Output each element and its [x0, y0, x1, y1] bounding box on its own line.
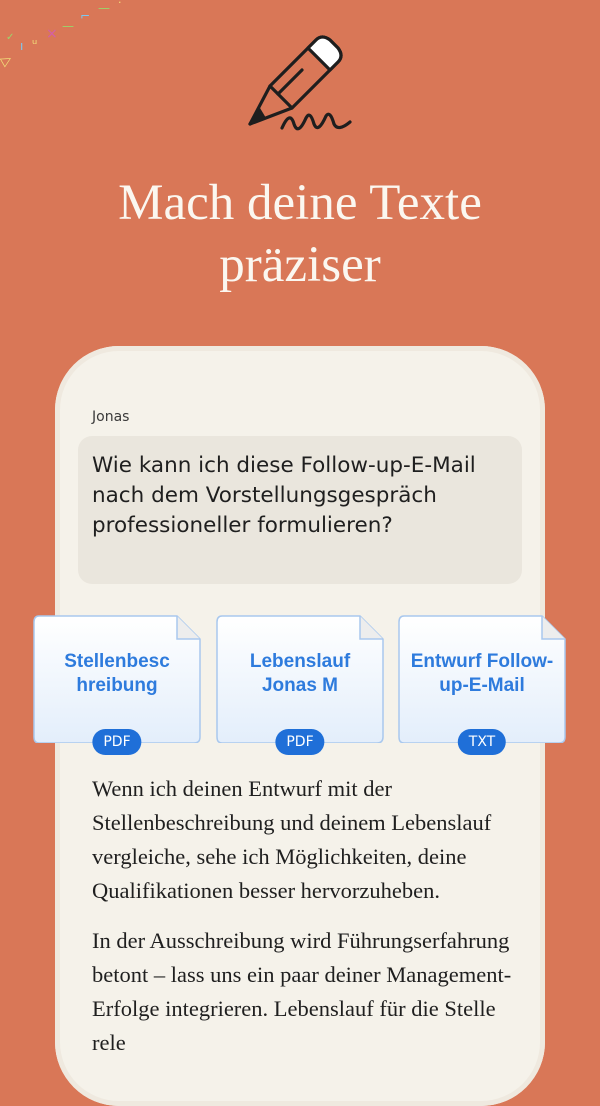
response-paragraph-2: In der Ausschreibung wird Führungserfahr…: [92, 928, 512, 1055]
pencil-signature-icon: [248, 35, 352, 131]
user-message-bubble: Wie kann ich diese Follow-up-E-Mail nach…: [78, 436, 522, 584]
attachment-card-stellenbeschreibung[interactable]: Stellenbesc hreibung PDF: [33, 615, 201, 755]
file-type-badge: PDF: [92, 729, 142, 755]
file-type-badge: TXT: [457, 729, 507, 755]
svg-text:ᵤ: ᵤ: [32, 33, 37, 48]
message-sender: Jonas: [92, 409, 130, 425]
svg-text:—: —: [62, 19, 74, 33]
headline: Mach deine Texte präziser: [0, 172, 600, 296]
attachment-name: Lebenslauf Jonas M: [249, 651, 351, 696]
headline-line-1: Mach deine Texte: [118, 175, 482, 231]
svg-text:ı: ı: [20, 39, 23, 53]
svg-text:×: ×: [46, 26, 58, 42]
attachment-name: Entwurf Follow-up-E-Mail: [410, 651, 554, 696]
svg-text:⌐: ⌐: [80, 9, 90, 23]
svg-text:✓: ✓: [6, 32, 14, 43]
file-type-badge: PDF: [275, 729, 325, 755]
headline-line-2: präziser: [219, 237, 381, 293]
assistant-response: Wenn ich deinen Entwurf mit der Stellenb…: [92, 772, 522, 1076]
svg-text:▷: ▷: [0, 51, 15, 69]
svg-text:·: ·: [118, 0, 122, 9]
attachment-card-lebenslauf[interactable]: Lebenslauf Jonas M PDF: [216, 615, 384, 755]
svg-text:—: —: [98, 1, 110, 15]
confetti-decoration: ▷ ı ᵤ × — ⌐ — · ✓: [0, 0, 122, 69]
attachment-name: Stellenbesc hreibung: [64, 651, 170, 696]
attachment-card-entwurf[interactable]: Entwurf Follow-up-E-Mail TXT: [398, 615, 566, 755]
response-paragraph-1: Wenn ich deinen Entwurf mit der Stellenb…: [92, 776, 492, 903]
